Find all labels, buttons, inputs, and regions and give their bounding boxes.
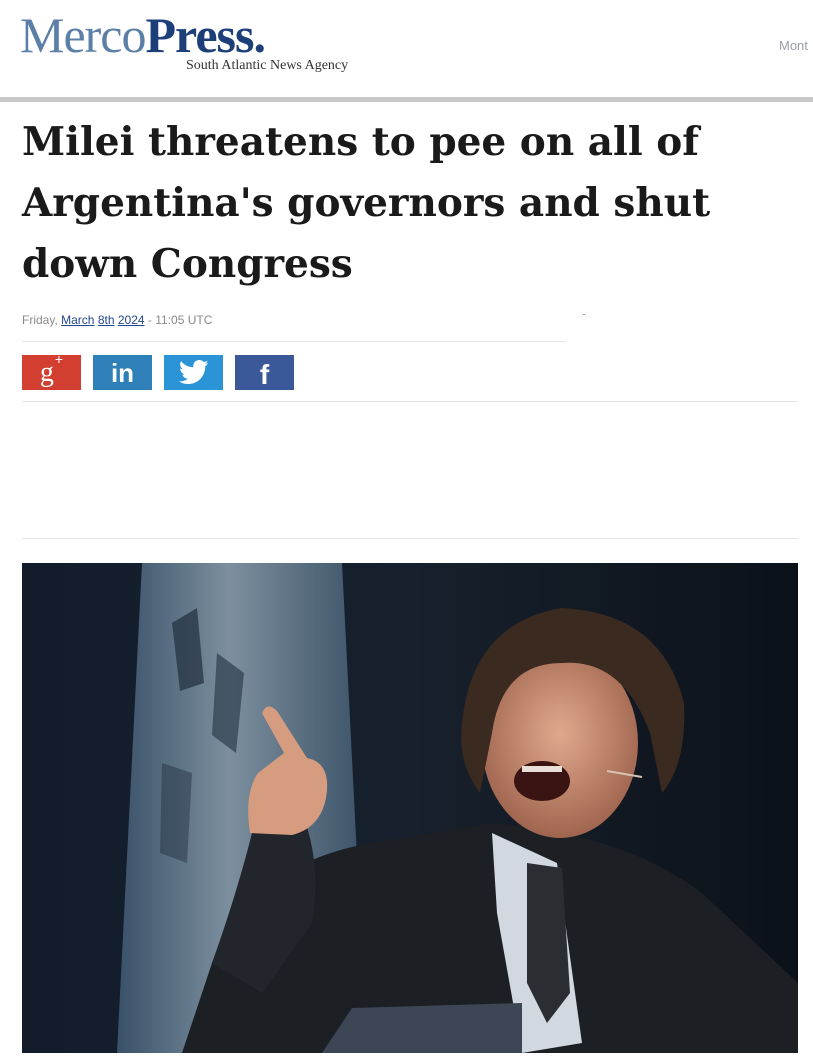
dateline-time: - 11:05 UTC [147, 313, 213, 327]
google-plus-icon: g + [39, 350, 64, 388]
dateline-divider [22, 341, 565, 342]
dateline-weekday: Friday, [22, 313, 58, 327]
article-dateline: Friday, March 8th 2024 - 11:05 UTC [22, 313, 212, 327]
date-day-link[interactable]: 8th [98, 313, 115, 327]
masthead: MercoPress. South Atlantic News Agency M… [0, 0, 813, 100]
date-month-link[interactable]: March [61, 313, 94, 327]
share-facebook-button[interactable]: f [235, 355, 294, 390]
photo-divider [22, 538, 798, 539]
share-linkedin-button[interactable]: in [93, 355, 152, 390]
date-year-link[interactable]: 2024 [118, 313, 145, 327]
article-headline: Milei threatens to pee on all of Argenti… [22, 119, 711, 287]
logo-press: Press. [145, 7, 266, 63]
facebook-icon: f [259, 358, 270, 390]
share-divider [22, 401, 798, 402]
site-logo[interactable]: MercoPress. [20, 4, 266, 66]
share-twitter-button[interactable] [164, 355, 223, 390]
masthead-divider [0, 97, 813, 102]
article-photo-illustration [22, 563, 798, 1053]
article-photo [22, 563, 798, 1053]
site-tagline: South Atlantic News Agency [186, 58, 349, 73]
linkedin-icon: in [110, 357, 135, 388]
twitter-icon [178, 360, 208, 384]
share-google-plus-button[interactable]: g + [22, 350, 81, 390]
logo-merco: Merco [20, 7, 146, 63]
stray-mark [583, 314, 585, 315]
top-nav-link[interactable]: Mont [779, 38, 808, 53]
